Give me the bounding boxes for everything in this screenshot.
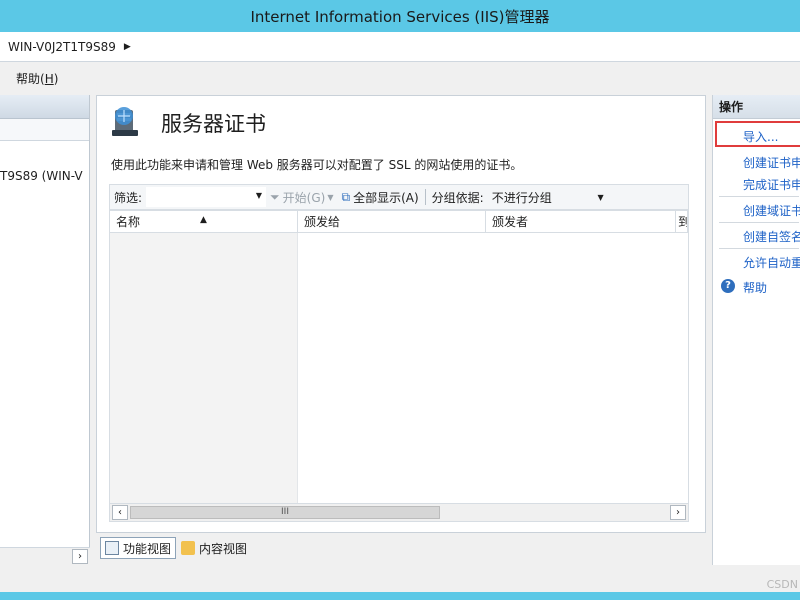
actions-header: 操作: [713, 95, 800, 119]
view-tabs: 功能视图 内容视图: [100, 537, 252, 559]
action-help[interactable]: 帮助: [743, 279, 767, 296]
table-header: 名称 ▲ 颁发给 颁发者 到: [110, 211, 688, 233]
column-issued-by[interactable]: 颁发者: [486, 211, 676, 232]
show-all-button[interactable]: ⧉ 全部显示(A): [337, 185, 422, 209]
watermark: CSDN: [766, 578, 798, 591]
connections-hscroll[interactable]: ›: [0, 547, 90, 565]
filter-input[interactable]: ▼: [146, 187, 267, 207]
chevron-down-icon[interactable]: ▼: [256, 191, 262, 200]
window-title: Internet Information Services (IIS)管理器: [250, 7, 550, 26]
scroll-right-button[interactable]: ›: [72, 549, 88, 564]
column-issued-to[interactable]: 颁发给: [298, 211, 486, 232]
tab-features-view[interactable]: 功能视图: [100, 537, 177, 559]
column-expiration[interactable]: 到: [676, 211, 688, 232]
main-content-panel: 服务器证书 使用此功能来申请和管理 Web 服务器可以对配置了 SSL 的网站使…: [96, 95, 706, 533]
show-all-icon: ⧉: [341, 189, 351, 204]
actions-separator: [719, 248, 799, 249]
content-view-icon: [181, 541, 196, 555]
column-name[interactable]: 名称 ▲: [110, 211, 298, 232]
tree-node-server[interactable]: T9S89 (WIN-V: [0, 169, 83, 183]
action-create-self-signed[interactable]: 创建自签名证书: [743, 228, 800, 245]
table-body: [110, 233, 688, 503]
features-view-icon: [105, 541, 119, 555]
address-bar[interactable]: WIN-V0J2T1T9S89 ▶: [0, 32, 800, 62]
certificates-table: 名称 ▲ 颁发给 颁发者 到 ‹ III ›: [109, 210, 689, 522]
feature-header: 服务器证书: [109, 106, 266, 140]
filter-toolbar: 筛选: ▼ ⏷ 开始(G) ▼ ⧉ 全部显示(A) 分组依据: 不进行分组 ▼: [109, 184, 689, 210]
status-bar: [0, 567, 800, 592]
action-import[interactable]: 导入...: [743, 128, 778, 145]
scroll-left-button[interactable]: ‹: [112, 505, 128, 520]
chevron-down-icon[interactable]: ▼: [598, 193, 604, 202]
chevron-right-icon[interactable]: ▶: [124, 42, 131, 52]
connections-panel: T9S89 (WIN-V ›: [0, 95, 90, 565]
action-complete-request[interactable]: 完成证书申请: [743, 176, 800, 193]
server-certificate-icon: [109, 106, 143, 140]
group-by-label: 分组依据:: [431, 190, 484, 205]
scroll-right-button[interactable]: ›: [670, 505, 686, 520]
toolbar-separator: [424, 189, 426, 205]
menu-bar: 帮助(H): [0, 62, 800, 94]
feature-description: 使用此功能来申请和管理 Web 服务器可以对配置了 SSL 的网站使用的证书。: [111, 158, 523, 172]
start-button[interactable]: ⏷ 开始(G) ▼: [266, 185, 337, 209]
menu-help[interactable]: 帮助(H): [16, 70, 58, 87]
group-by-select[interactable]: 不进行分组 ▼: [488, 185, 608, 209]
page-title: 服务器证书: [161, 112, 266, 136]
table-hscroll[interactable]: ‹ III ›: [110, 503, 688, 521]
actions-panel: 操作 导入... 创建证书申请 完成证书申请 创建域证书 创建自签名证书 允许自…: [712, 95, 800, 565]
connections-header: [0, 95, 89, 119]
action-create-domain-cert[interactable]: 创建域证书: [743, 202, 800, 219]
tab-content-view[interactable]: 内容视图: [176, 537, 252, 559]
address-path[interactable]: WIN-V0J2T1T9S89: [8, 40, 116, 54]
chevron-down-icon[interactable]: ▼: [327, 193, 333, 202]
sort-ascending-icon: ▲: [200, 215, 207, 225]
funnel-icon: ⏷: [270, 189, 280, 204]
connections-toolbar: [0, 119, 89, 141]
action-enable-auto-rebind[interactable]: 允许自动重新绑定: [743, 254, 800, 271]
window-titlebar: Internet Information Services (IIS)管理器: [0, 0, 800, 32]
filter-label: 筛选:: [114, 190, 143, 205]
action-create-request[interactable]: 创建证书申请: [743, 154, 800, 171]
window-bottom-edge: [0, 592, 800, 600]
scroll-thumb[interactable]: III: [130, 506, 440, 519]
actions-separator: [719, 222, 799, 223]
help-icon[interactable]: ?: [721, 279, 735, 293]
actions-separator: [719, 196, 799, 197]
table-first-column: [110, 233, 298, 503]
